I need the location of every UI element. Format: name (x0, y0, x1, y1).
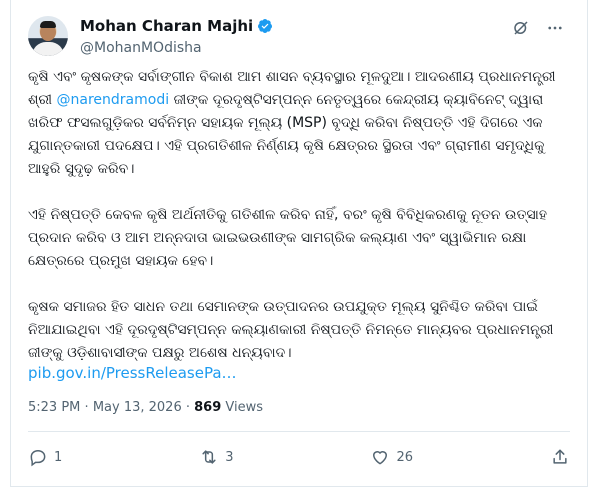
like-count: 26 (396, 449, 414, 465)
like-button[interactable]: 26 (370, 447, 413, 467)
author-name[interactable]: Mohan Charan Majhi (80, 17, 253, 35)
tweet-meta: 5:23 PM · May 13, 2026 · 869 Views (28, 400, 263, 415)
mention-link[interactable]: @narendramodi (57, 92, 170, 108)
meta-separator: · (84, 400, 89, 415)
heart-icon (373, 451, 388, 465)
share-button[interactable] (550, 447, 570, 467)
views-count: 869 (194, 400, 222, 415)
share-icon (553, 449, 567, 464)
tweet-text: କୃଷି ଏବଂ କୃଷକଙ୍କ ସର୍ବାଙ୍ଗୀନ ବିକାଶ ଆମ ଶାସ… (28, 66, 573, 365)
repost-button[interactable]: 3 (199, 447, 234, 467)
repost-icon (202, 450, 216, 464)
repost-count: 3 (225, 449, 234, 465)
more-options-icon[interactable] (545, 18, 565, 38)
press-release-link[interactable]: pib.gov.in/PressReleasePa… (28, 364, 237, 382)
author-name-row[interactable]: Mohan Charan Majhi (80, 17, 273, 35)
views-label: Views (225, 400, 264, 415)
tweet-date[interactable]: May 13, 2026 (93, 400, 182, 415)
reply-button[interactable]: 1 (28, 447, 62, 467)
tweet-time[interactable]: 5:23 PM (28, 400, 80, 415)
top-actions (511, 18, 565, 38)
meta-separator-2: · (185, 400, 190, 415)
reply-icon (30, 449, 46, 467)
reply-count: 1 (54, 449, 63, 465)
action-bar: 1 3 26 (28, 444, 570, 470)
divider (28, 431, 570, 432)
tweet-card: Mohan Charan Majhi @MohanMOdisha କୃଷି ଏବ… (10, 0, 588, 487)
verified-badge-icon (258, 19, 273, 33)
grok-icon[interactable] (511, 18, 531, 38)
tweet-para2: ଏହି ନିଷ୍ପତ୍ତି କେବଳ କୃଷି ଅର୍ଥନୀତିକୁ ଗତିଶୀ… (28, 207, 552, 269)
tweet-para3: କୃଷକ ସମାଜର ହିତ ସାଧନ ତଥା ସେମାନଙ୍କ ଉତ୍ପାଦନ… (28, 299, 558, 361)
avatar[interactable] (28, 16, 68, 56)
author-handle[interactable]: @MohanMOdisha (80, 40, 202, 56)
